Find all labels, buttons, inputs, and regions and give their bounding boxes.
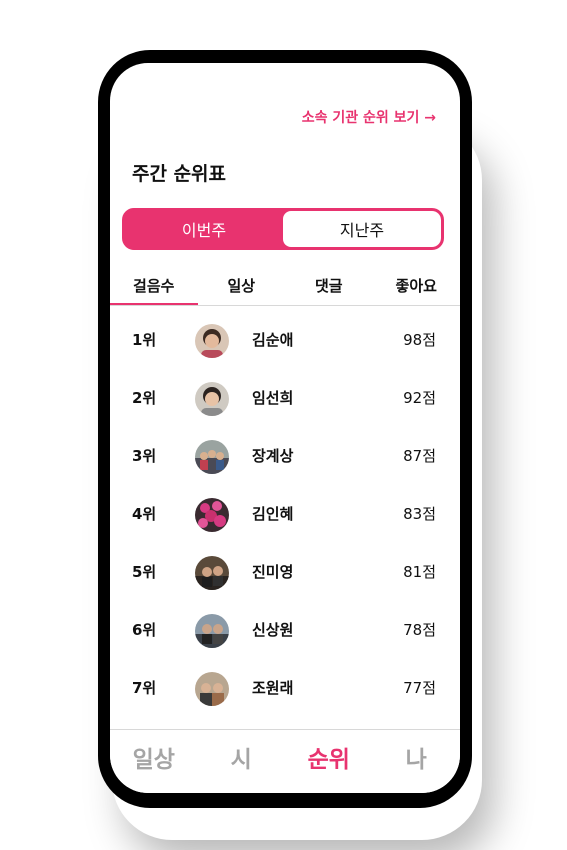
org-ranking-link[interactable]: 소속 기관 순위 보기 → [302, 107, 436, 127]
nav-me[interactable]: 나 [373, 730, 461, 793]
avatar [195, 556, 229, 590]
avatar [195, 498, 229, 532]
ranking-row[interactable]: 1위 김순애 98점 [110, 311, 460, 369]
rank-label: 7위 [132, 679, 157, 697]
this-week-button[interactable]: 이번주 [125, 211, 283, 247]
period-toggle: 이번주 지난주 [122, 208, 444, 250]
score-value: 78점 [403, 621, 436, 639]
ranking-row[interactable]: 6위 신상원 78점 [110, 601, 460, 659]
score-value: 81점 [403, 563, 436, 581]
rank-label: 5위 [132, 563, 157, 581]
score-value: 83점 [403, 505, 436, 523]
ranking-row[interactable]: 4위 김인혜 83점 [110, 485, 460, 543]
score-value: 92점 [403, 389, 436, 407]
score-value: 98점 [403, 331, 436, 349]
user-name: 장계상 [252, 447, 294, 465]
ranking-row[interactable]: 2위 임선희 92점 [110, 369, 460, 427]
score-value: 87점 [403, 447, 436, 465]
user-name: 김인혜 [252, 505, 294, 523]
avatar [195, 614, 229, 648]
tab-comments[interactable]: 댓글 [285, 269, 373, 305]
avatar [195, 382, 229, 416]
rank-label: 6위 [132, 621, 157, 639]
bottom-nav: 일상 시 순위 나 [110, 729, 460, 793]
tab-steps[interactable]: 걸음수 [110, 269, 198, 305]
nav-poem[interactable]: 시 [198, 730, 286, 793]
rank-label: 3위 [132, 447, 157, 465]
tab-likes[interactable]: 좋아요 [373, 269, 461, 305]
page-title: 주간 순위표 [132, 163, 227, 185]
avatar [195, 324, 229, 358]
avatar [195, 440, 229, 474]
ranking-row[interactable]: 3위 장계상 87점 [110, 427, 460, 485]
user-name: 신상원 [252, 621, 294, 639]
ranking-row[interactable]: 5위 진미영 81점 [110, 543, 460, 601]
nav-daily[interactable]: 일상 [110, 730, 198, 793]
last-week-button[interactable]: 지난주 [283, 211, 441, 247]
rank-label: 1위 [132, 331, 157, 349]
user-name: 김순애 [252, 331, 294, 349]
user-name: 임선희 [252, 389, 294, 407]
score-value: 77점 [403, 679, 436, 697]
user-name: 진미영 [252, 563, 294, 581]
category-tabs: 걸음수 일상 댓글 좋아요 [110, 269, 460, 306]
user-name: 조원래 [252, 679, 294, 697]
rank-label: 4위 [132, 505, 157, 523]
avatar [195, 672, 229, 706]
nav-ranking[interactable]: 순위 [285, 730, 373, 793]
rank-label: 2위 [132, 389, 157, 407]
ranking-list: 1위 김순애 98점 2위 임선희 92점 3위 장계상 87점 4위 김인혜 … [110, 311, 460, 717]
ranking-row[interactable]: 7위 조원래 77점 [110, 659, 460, 717]
phone-frame: 소속 기관 순위 보기 → 주간 순위표 이번주 지난주 걸음수 일상 댓글 좋… [98, 50, 472, 808]
app-screen: 소속 기관 순위 보기 → 주간 순위표 이번주 지난주 걸음수 일상 댓글 좋… [110, 63, 460, 793]
tab-daily[interactable]: 일상 [198, 269, 286, 305]
